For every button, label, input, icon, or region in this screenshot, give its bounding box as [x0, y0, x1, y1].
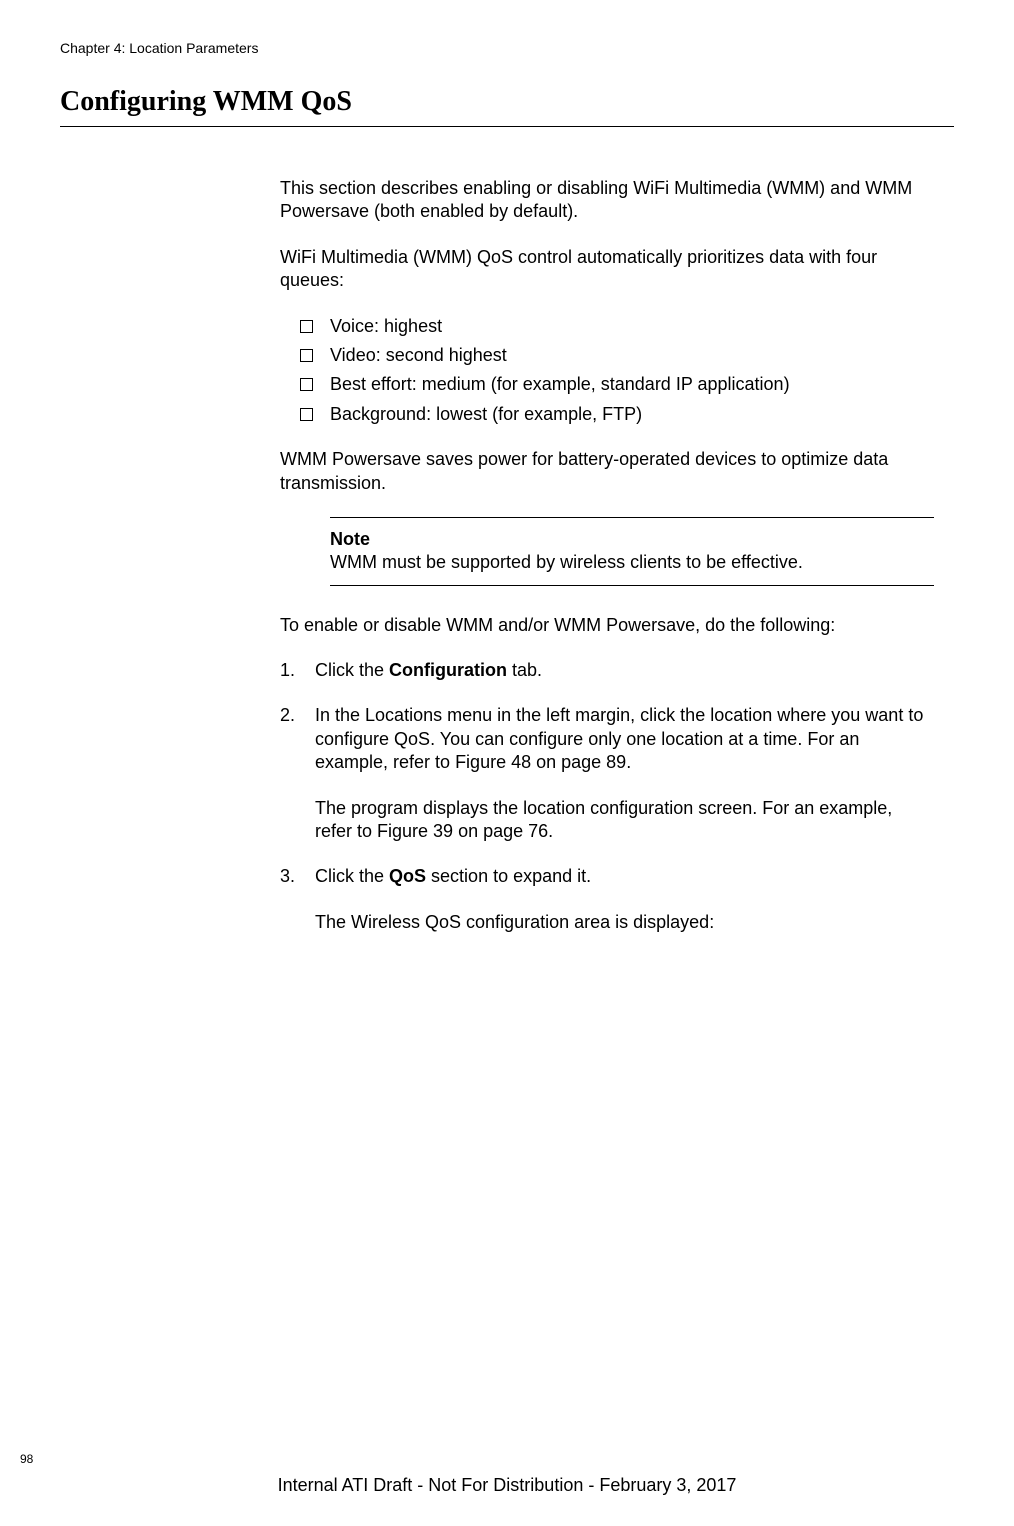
note-box: Note WMM must be supported by wireless c… — [330, 517, 934, 586]
step-text: In the Locations menu in the left margin… — [315, 705, 923, 772]
step-subtext: The program displays the location config… — [315, 797, 934, 844]
step-item: Click the Configuration tab. — [280, 659, 934, 682]
instructions-paragraph: To enable or disable WMM and/or WMM Powe… — [280, 614, 934, 637]
chapter-header: Chapter 4: Location Parameters — [60, 40, 954, 56]
list-item: Best effort: medium (for example, standa… — [280, 373, 934, 396]
list-item: Background: lowest (for example, FTP) — [280, 403, 934, 426]
section-title: Configuring WMM QoS — [60, 86, 954, 118]
step-text: tab. — [507, 660, 542, 680]
intro-paragraph-2: WiFi Multimedia (WMM) QoS control automa… — [280, 246, 934, 293]
footer-text: Internal ATI Draft - Not For Distributio… — [0, 1475, 1014, 1496]
steps-list: Click the Configuration tab. In the Loca… — [280, 659, 934, 934]
note-title: Note — [330, 528, 934, 551]
powersave-paragraph: WMM Powersave saves power for battery-op… — [280, 448, 934, 495]
queue-list: Voice: highest Video: second highest Bes… — [280, 315, 934, 427]
step-text: Click the — [315, 660, 389, 680]
content-block: This section describes enabling or disab… — [280, 177, 934, 934]
step-text: Click the — [315, 866, 389, 886]
title-rule — [60, 126, 954, 127]
step-text: section to expand it. — [426, 866, 591, 886]
note-text: WMM must be supported by wireless client… — [330, 551, 934, 574]
step-item: Click the QoS section to expand it. The … — [280, 865, 934, 934]
step-bold: QoS — [389, 866, 426, 886]
step-subtext: The Wireless QoS configuration area is d… — [315, 911, 934, 934]
page-number: 98 — [20, 1452, 33, 1466]
intro-paragraph-1: This section describes enabling or disab… — [280, 177, 934, 224]
step-item: In the Locations menu in the left margin… — [280, 704, 934, 843]
list-item: Video: second highest — [280, 344, 934, 367]
list-item: Voice: highest — [280, 315, 934, 338]
step-bold: Configuration — [389, 660, 507, 680]
